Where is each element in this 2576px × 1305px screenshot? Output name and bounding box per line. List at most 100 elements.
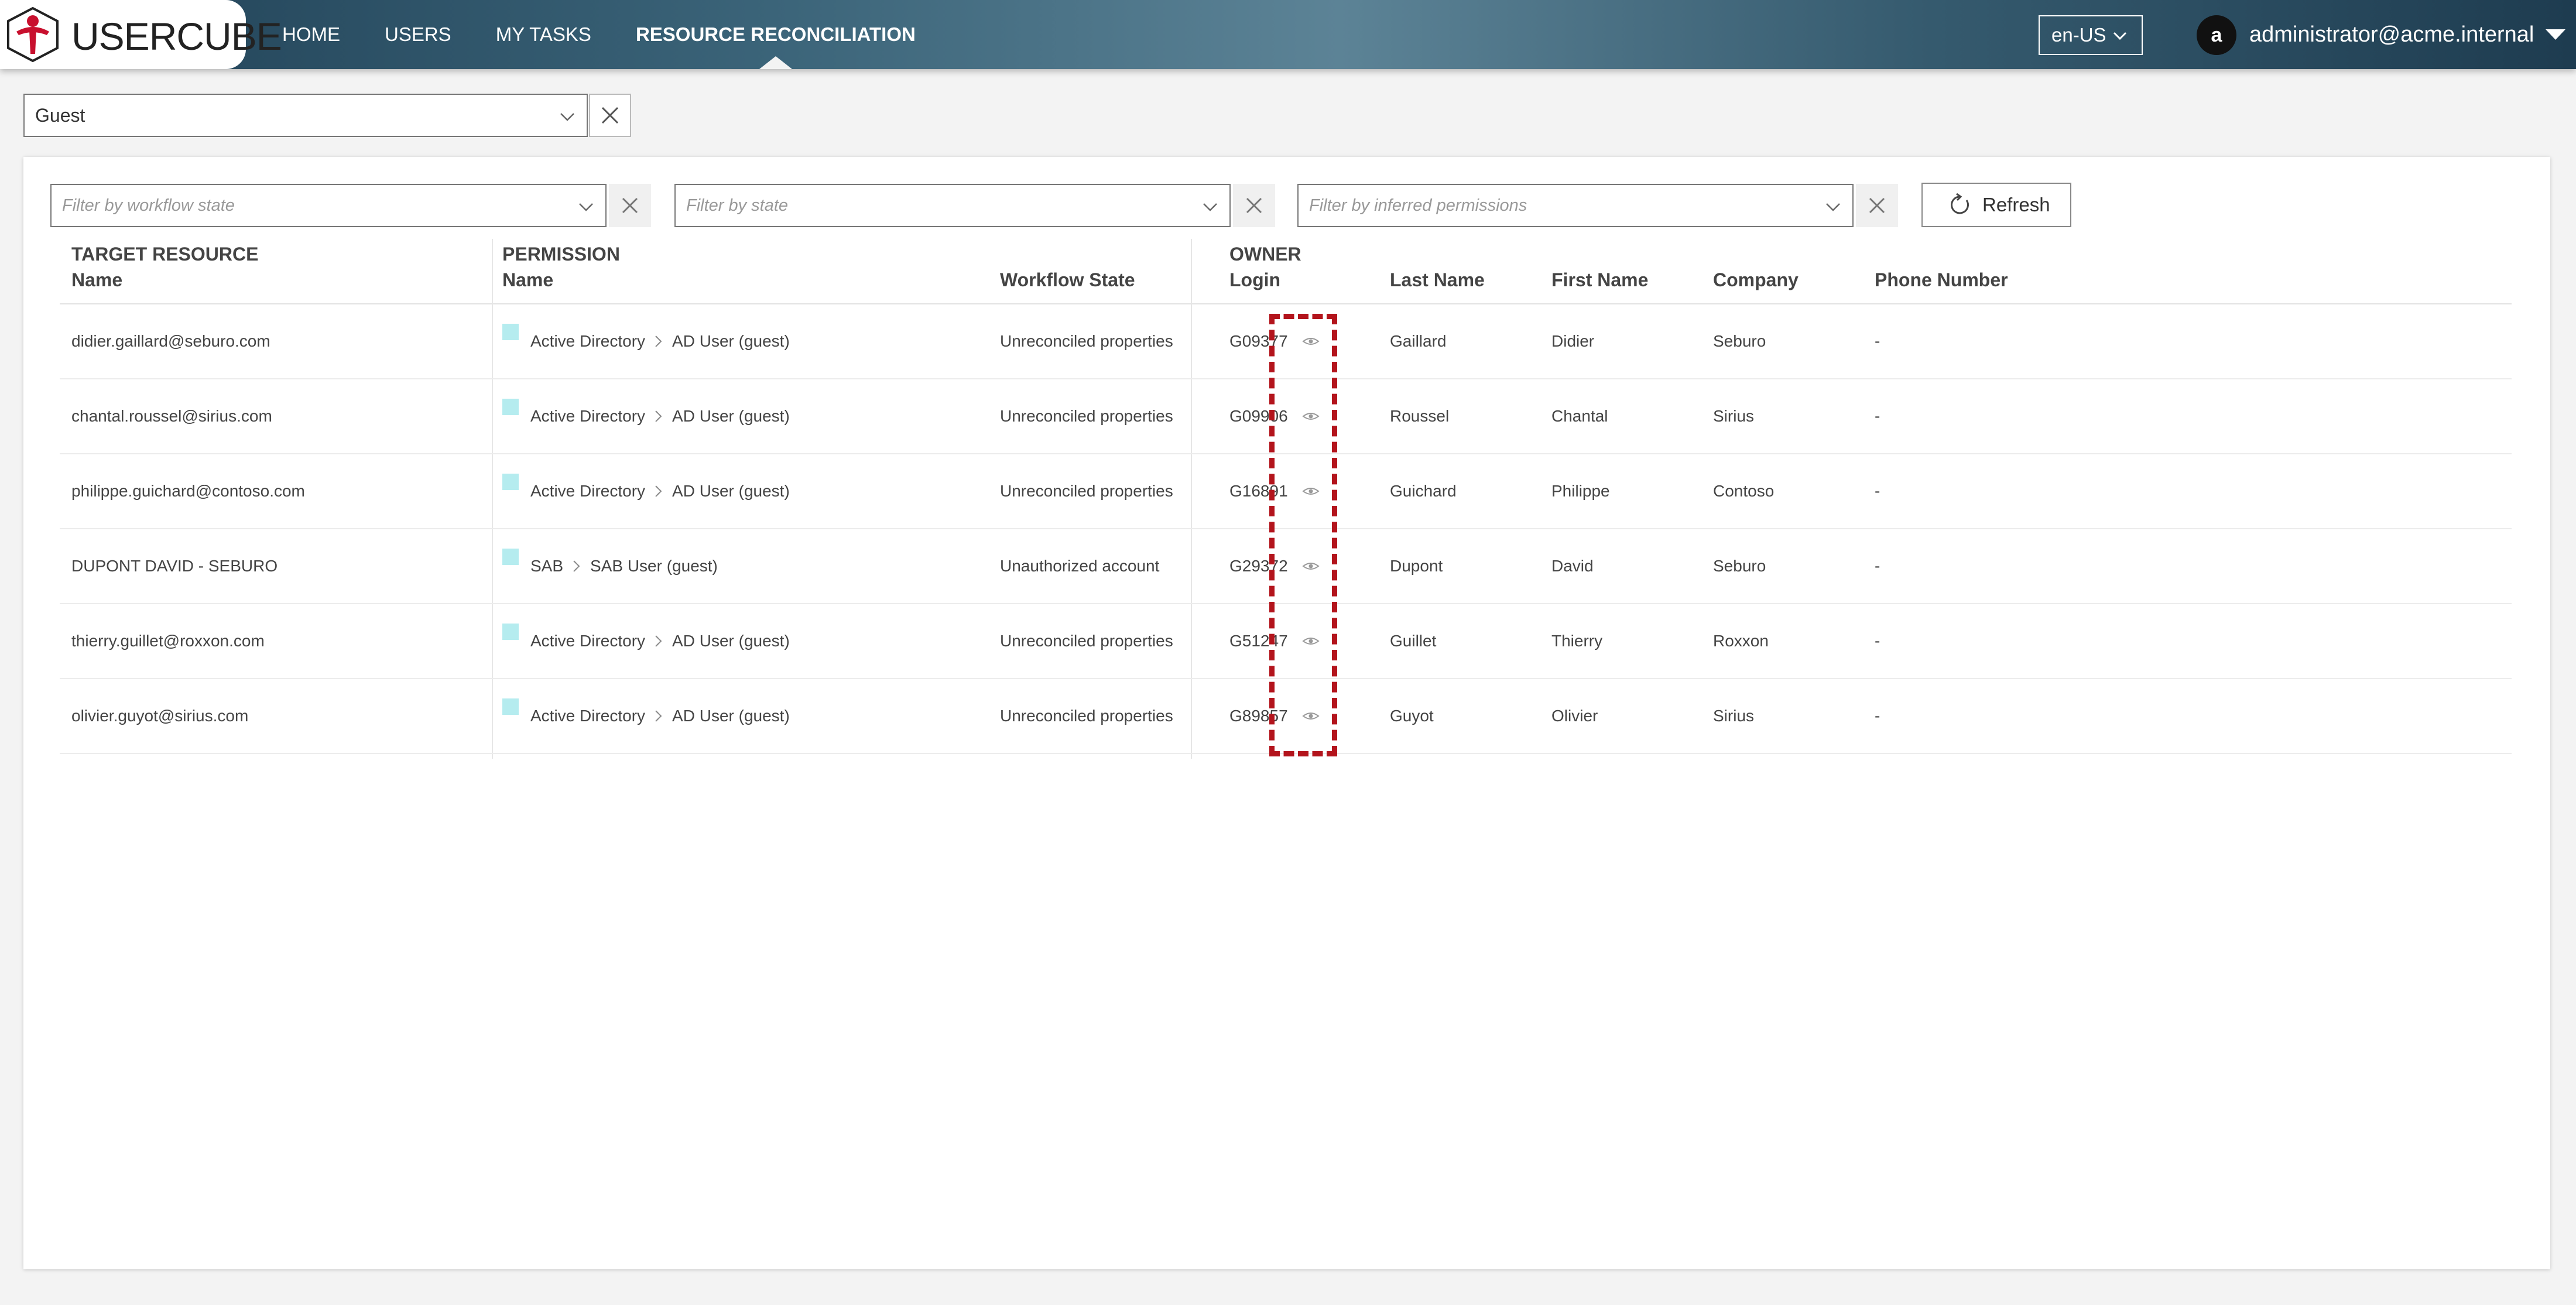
resource-type-select[interactable]: Guest: [23, 94, 588, 137]
state-clear-button[interactable]: [1233, 184, 1275, 227]
first-name-column-header[interactable]: First Name: [1551, 267, 1648, 293]
phone-cell: -: [1875, 707, 1880, 725]
phone-cell: -: [1875, 482, 1880, 500]
permission-system: Active Directory: [530, 632, 646, 650]
permission-swatch-icon: [502, 549, 519, 565]
phone-cell: -: [1875, 557, 1880, 575]
resource-type-clear-button[interactable]: [589, 94, 631, 137]
permission-name-column-header[interactable]: Name: [502, 267, 553, 293]
permission-cell: Active Directory AD User (guest): [502, 604, 790, 678]
caret-down-icon[interactable]: [2546, 29, 2565, 40]
logo[interactable]: USERCUBE: [0, 0, 282, 69]
permission-swatch-icon: [502, 324, 519, 340]
last-name-cell: Dupont: [1390, 557, 1443, 575]
chevron-right-icon: [655, 410, 662, 422]
inferred-permissions-filter[interactable]: Filter by inferred permissions: [1297, 184, 1854, 227]
resource-name-cell: chantal.roussel@sirius.com: [71, 407, 272, 425]
company-cell: Seburo: [1713, 557, 1766, 575]
phone-number-column-header[interactable]: Phone Number: [1875, 267, 2008, 293]
nav-users[interactable]: USERS: [385, 0, 451, 69]
first-name-cell: Didier: [1551, 332, 1595, 350]
login-column-header[interactable]: Login: [1229, 267, 1280, 293]
avatar[interactable]: a: [2197, 15, 2236, 55]
nav-resource-reconciliation[interactable]: RESOURCE RECONCILIATION: [636, 0, 916, 69]
user-name[interactable]: administrator@acme.internal: [2249, 22, 2534, 47]
company-cell: Sirius: [1713, 407, 1755, 425]
chevron-right-icon: [655, 335, 662, 347]
first-name-cell: Olivier: [1551, 707, 1598, 725]
company-column-header[interactable]: Company: [1713, 267, 1799, 293]
company-cell: Contoso: [1713, 482, 1775, 500]
workflow-state-cell: Unreconciled properties: [1000, 482, 1173, 500]
owner-group-header: OWNER: [1229, 244, 1301, 265]
workflow-state-cell: Unreconciled properties: [1000, 332, 1173, 350]
inferred-permissions-clear-button[interactable]: [1856, 184, 1898, 227]
workflow-state-clear-button[interactable]: [609, 184, 651, 227]
permission-cell: Active Directory AD User (guest): [502, 304, 790, 378]
company-cell: Seburo: [1713, 332, 1766, 350]
nav-my-tasks[interactable]: MY TASKS: [496, 0, 591, 69]
last-name-column-header[interactable]: Last Name: [1390, 267, 1485, 293]
refresh-button[interactable]: Refresh: [1921, 183, 2071, 227]
company-cell: Sirius: [1713, 707, 1755, 725]
workflow-state-cell: Unreconciled properties: [1000, 632, 1173, 650]
resource-name-cell: thierry.guillet@roxxon.com: [71, 632, 265, 650]
permission-name: AD User (guest): [672, 707, 790, 725]
permission-system: Active Directory: [530, 407, 646, 425]
refresh-label: Refresh: [1982, 194, 2050, 215]
close-icon: [622, 197, 638, 214]
chevron-right-icon: [655, 635, 662, 647]
workflow-state-filter[interactable]: Filter by workflow state: [50, 184, 607, 227]
inferred-permissions-filter-placeholder: Filter by inferred permissions: [1309, 196, 1527, 215]
chevron-right-icon: [655, 485, 662, 497]
last-name-cell: Guichard: [1390, 482, 1457, 500]
last-name-cell: Roussel: [1390, 407, 1450, 425]
first-name-cell: David: [1551, 557, 1594, 575]
refresh-icon: [1951, 193, 1969, 214]
workflow-state-cell: Unreconciled properties: [1000, 707, 1173, 725]
name-column-header[interactable]: Name: [71, 267, 122, 293]
chevron-down-icon: [579, 203, 593, 211]
permission-system: SAB: [530, 557, 564, 575]
permission-name: SAB User (guest): [590, 557, 718, 575]
language-value: en-US: [2051, 24, 2106, 46]
permission-cell: Active Directory AD User (guest): [502, 454, 790, 528]
close-icon: [1869, 197, 1885, 214]
chevron-down-icon: [1826, 203, 1840, 211]
state-filter[interactable]: Filter by state: [674, 184, 1231, 227]
chevron-right-icon: [573, 560, 580, 572]
permission-name: AD User (guest): [672, 632, 790, 650]
permission-cell: Active Directory AD User (guest): [502, 679, 790, 753]
usercube-logo-icon: [7, 6, 59, 63]
last-name-cell: Gaillard: [1390, 332, 1447, 350]
chevron-down-icon: [560, 113, 574, 121]
target-resource-group-header: TARGET RESOURCE: [71, 244, 259, 265]
nav-home[interactable]: HOME: [282, 0, 340, 69]
permission-cell: Active Directory AD User (guest): [502, 379, 790, 453]
phone-cell: -: [1875, 332, 1880, 350]
permission-system: Active Directory: [530, 707, 646, 725]
permission-system: Active Directory: [530, 332, 646, 350]
language-select[interactable]: en-US: [2039, 15, 2143, 55]
last-name-cell: Guyot: [1390, 707, 1434, 725]
close-icon: [601, 107, 619, 124]
permission-swatch-icon: [502, 624, 519, 640]
chevron-right-icon: [655, 710, 662, 722]
resource-name-cell: didier.gaillard@seburo.com: [71, 332, 270, 350]
permission-swatch-icon: [502, 474, 519, 490]
state-filter-placeholder: Filter by state: [686, 196, 789, 215]
resource-type-value: Guest: [35, 104, 85, 126]
workflow-state-filter-placeholder: Filter by workflow state: [62, 196, 235, 215]
top-bar: USERCUBE HOME USERS MY TASKS RESOURCE RE…: [0, 0, 2576, 69]
resource-name-cell: olivier.guyot@sirius.com: [71, 707, 249, 725]
chevron-down-icon: [2113, 32, 2127, 40]
annotation-highlight-box: [1269, 314, 1337, 756]
first-name-cell: Chantal: [1551, 407, 1608, 425]
permission-name: AD User (guest): [672, 332, 790, 350]
close-icon: [1246, 197, 1262, 214]
resource-name-cell: philippe.guichard@contoso.com: [71, 482, 305, 500]
phone-cell: -: [1875, 407, 1880, 425]
permission-swatch-icon: [502, 399, 519, 415]
first-name-cell: Thierry: [1551, 632, 1603, 650]
workflow-state-column-header[interactable]: Workflow State: [1000, 267, 1135, 293]
